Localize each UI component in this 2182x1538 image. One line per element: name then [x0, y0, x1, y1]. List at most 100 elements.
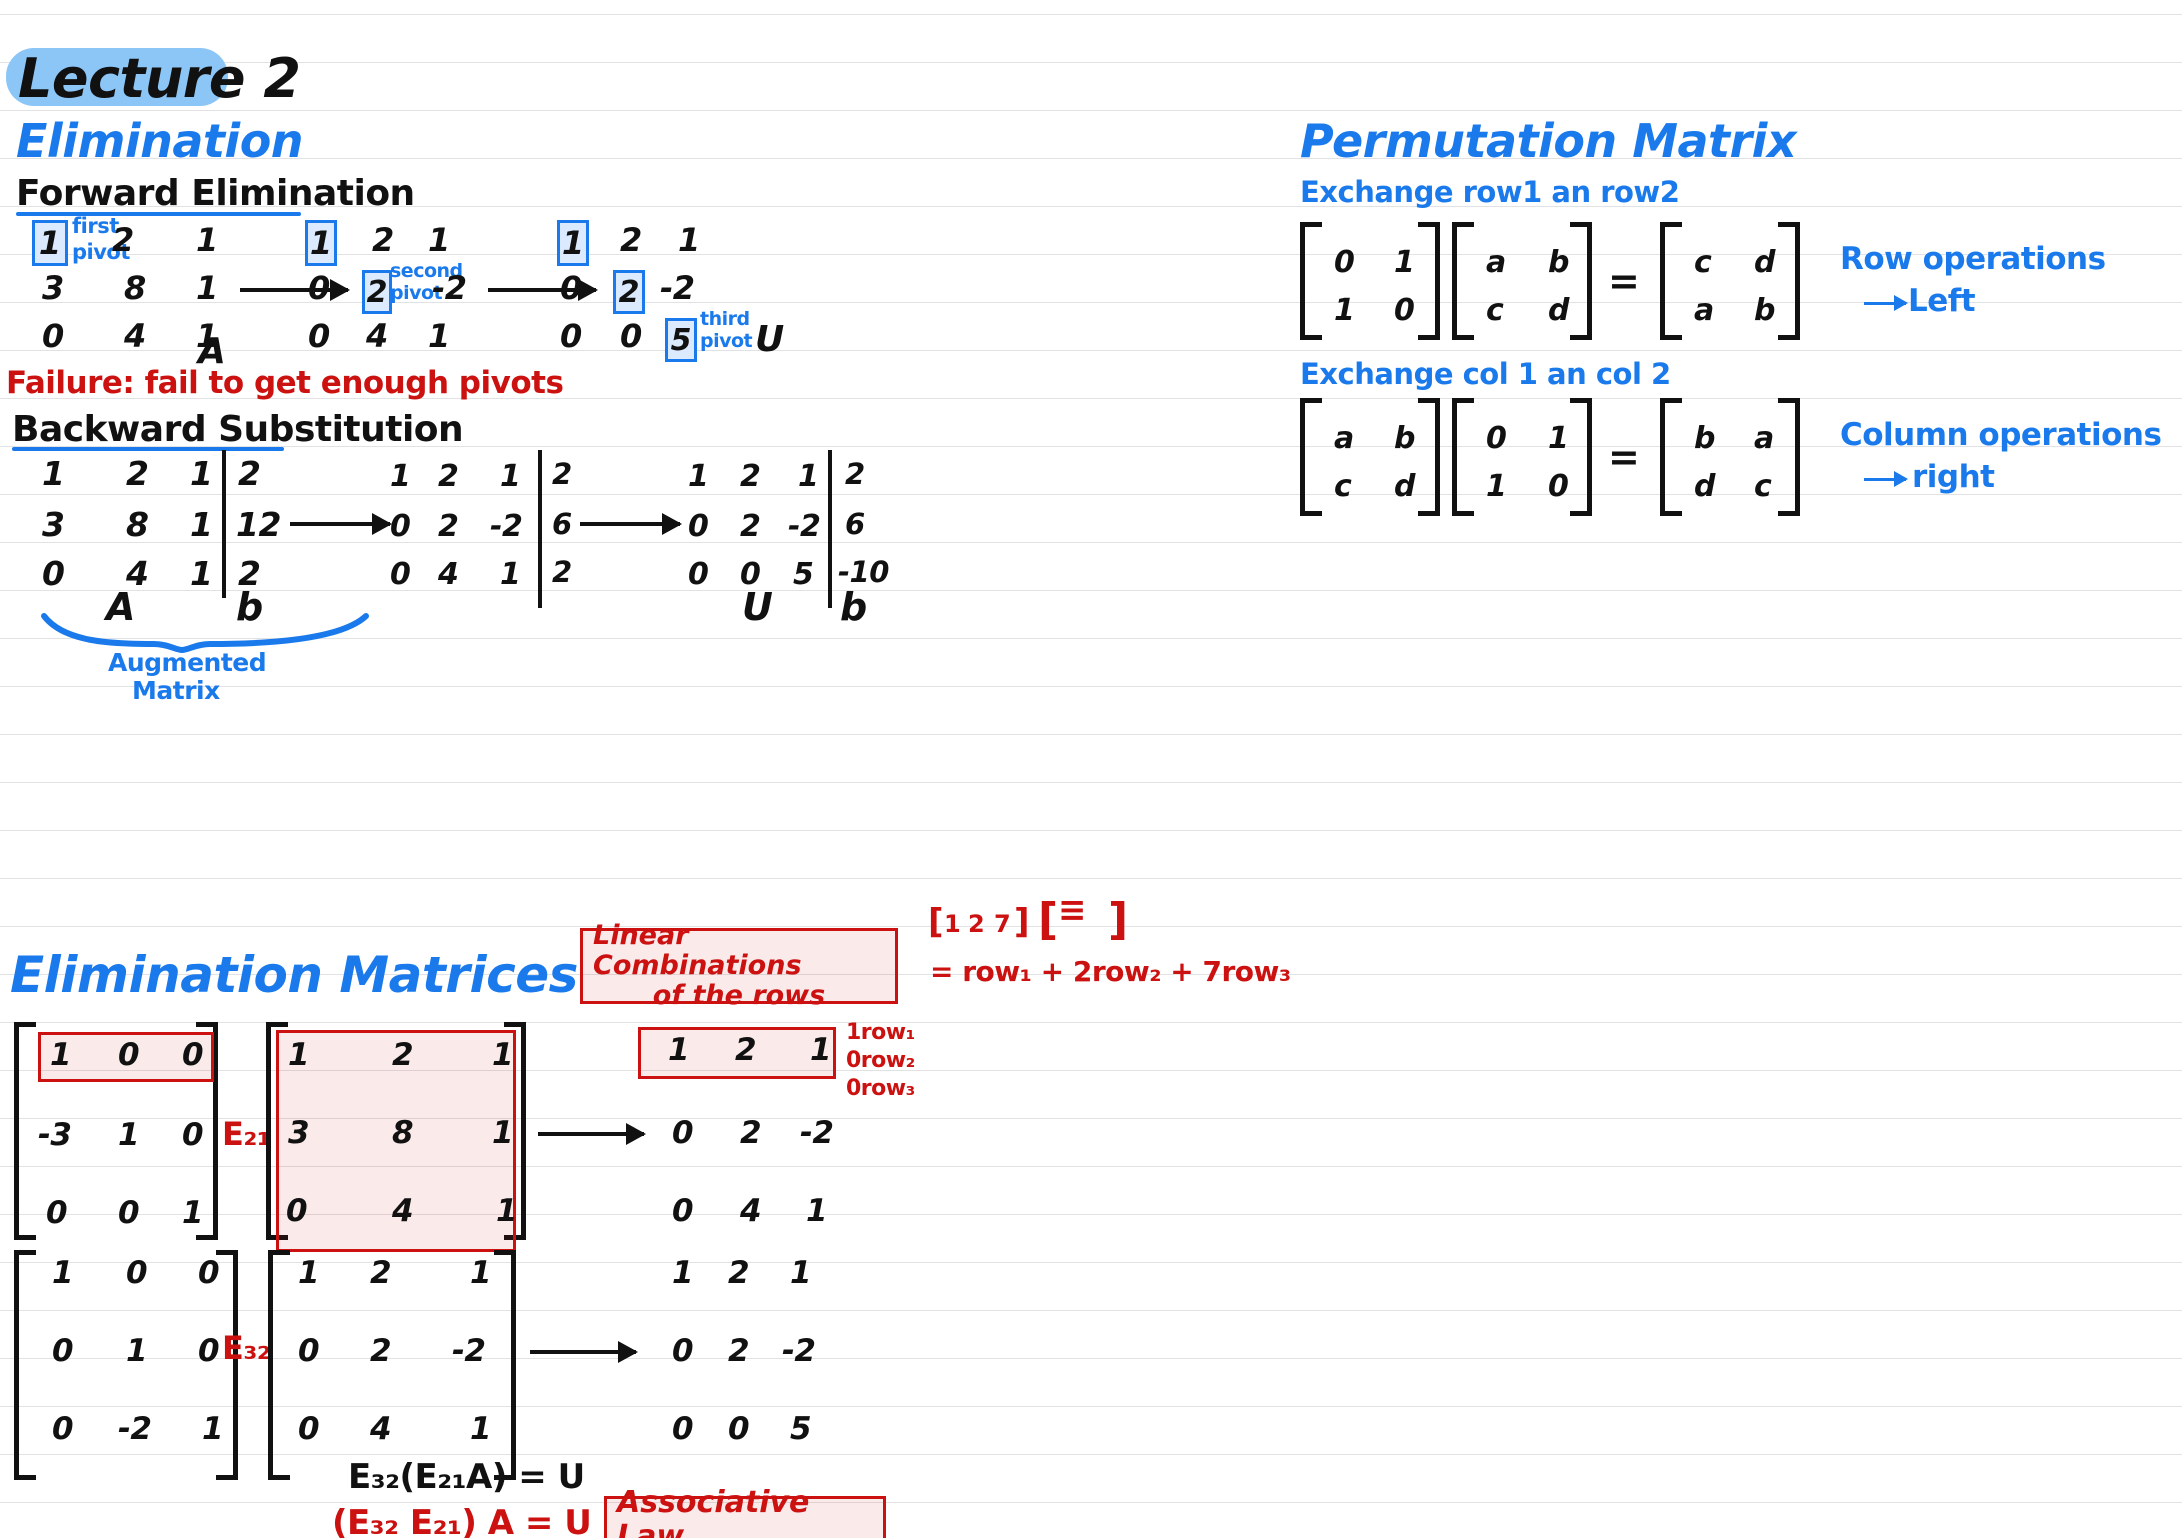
augmented-matrix-label-line1: Augmented: [108, 648, 267, 677]
aug2-r2c2: 1: [500, 557, 521, 592]
permutation-row-caption: Exchange row1 an row2: [1300, 175, 1680, 209]
pivot-first-value: 1: [38, 224, 62, 262]
perm-col-note-line1: Column operations: [1840, 417, 2162, 453]
permRes-r0c1: d: [1754, 245, 1775, 280]
E32R-r2c2: 5: [790, 1411, 812, 1447]
permColR-r1c1: 0: [1548, 469, 1569, 504]
E32R-r0c1: 2: [728, 1255, 750, 1291]
E32A-r1c0: 0: [298, 1333, 320, 1369]
E32-r2c2: 1: [202, 1411, 224, 1447]
aug2-r2c3: 2: [552, 555, 572, 589]
E21-r1c1: 1: [118, 1117, 140, 1153]
row-vector-v2: 1: [810, 1032, 832, 1068]
linear-combinations-line2: of the rows: [652, 980, 826, 1012]
linear-combination-vector-close: ]: [1014, 902, 1030, 942]
E32-r0c2: 0: [198, 1255, 220, 1291]
E32-arrow: [530, 1341, 638, 1363]
identity-black: E₃₂(E₂₁A) = U: [348, 1457, 585, 1497]
row-note-0: 1row₁: [846, 1020, 915, 1045]
perm-row-right-bracket-close: [1570, 222, 1592, 340]
notebook-page: Lecture 2 Elimination Forward Eliminatio…: [0, 0, 2182, 1538]
backward-substitution-underline: [12, 447, 284, 451]
aug1-r1c0: 3: [42, 505, 65, 544]
E32A-r0c1: 2: [370, 1255, 392, 1291]
perm-row-note-line1: Row operations: [1840, 241, 2106, 277]
E32-A-bracket-open: [268, 1250, 290, 1480]
aug1-divider: [222, 450, 226, 598]
aug3-r0c1: 2: [740, 459, 761, 494]
step2-r2c0: 0: [308, 317, 330, 355]
aug3-label-b: b: [840, 585, 867, 629]
linear-combination-matrix-open: [: [1038, 894, 1058, 945]
permColRes-r1c0: d: [1694, 469, 1715, 504]
aug3-r1c0: 0: [688, 509, 709, 544]
section-heading-elimination: Elimination: [16, 114, 304, 168]
permL-r0c0: 0: [1334, 245, 1355, 280]
E21-r0c0: 1: [50, 1037, 72, 1073]
perm-col-left-bracket-open: [1300, 398, 1322, 516]
perm-row-equals: =: [1608, 259, 1640, 303]
permRes-r1c0: a: [1694, 293, 1714, 328]
forward-elimination-underline: [16, 212, 301, 216]
E21A-r2c1: 4: [392, 1193, 414, 1229]
forward-arrow-1: [240, 279, 350, 301]
augmented-matrix-label-line2: Matrix: [132, 676, 220, 705]
E21R-r2c2: 1: [806, 1193, 828, 1229]
E21A-r2c2: 1: [496, 1193, 518, 1229]
aug3-r1c2: -2: [788, 509, 821, 544]
aug3-r2c3: -10: [838, 555, 889, 589]
E21-r2c2: 1: [182, 1195, 204, 1231]
permColRes-r1c1: c: [1754, 469, 1772, 504]
aug3-r2c2: 5: [793, 557, 814, 592]
E21A-r1c2: 1: [492, 1115, 514, 1151]
pivot-third-note-line2: pivot: [700, 330, 753, 352]
E32R-r1c0: 0: [672, 1333, 694, 1369]
matU-r2c1: 0: [620, 317, 642, 355]
E32A-r2c0: 0: [298, 1411, 320, 1447]
pivot-step3-second-box: 2: [613, 270, 645, 314]
matA-r1c2: 1: [196, 269, 218, 307]
permColR-r0c0: 0: [1486, 421, 1507, 456]
aug2-r2c1: 4: [438, 557, 459, 592]
perm-row-result-bracket-close: [1778, 222, 1800, 340]
E21R-r1c1: 2: [740, 1115, 762, 1151]
aug1-r2c2: 1: [190, 554, 213, 593]
E32R-r0c2: 1: [790, 1255, 812, 1291]
linear-combination-vector-open: [: [928, 902, 944, 942]
aug1-r1c1: 8: [126, 505, 149, 544]
permRes-r0c0: c: [1694, 245, 1712, 280]
E32-bracket-open: [14, 1250, 36, 1480]
E32R-r1c2: -2: [782, 1333, 816, 1369]
permColL-r1c1: d: [1394, 469, 1415, 504]
pivot-third-note-line1: third: [700, 308, 750, 330]
E21A-r0c1: 2: [392, 1037, 414, 1073]
permColL-r0c1: b: [1394, 421, 1415, 456]
E32R-r2c1: 0: [728, 1411, 750, 1447]
permR-r1c0: c: [1486, 293, 1504, 328]
E32A-r0c2: 1: [470, 1255, 492, 1291]
backward-arrow-2: [580, 513, 682, 535]
E21R-r2c0: 0: [672, 1193, 694, 1229]
permL-r1c1: 0: [1394, 293, 1415, 328]
matU-r1c2: -2: [660, 269, 695, 307]
perm-row-note-arrow: [1864, 295, 1908, 311]
aug3-r0c0: 1: [688, 459, 709, 494]
linear-combinations-line1: Linear Combinations: [593, 919, 802, 981]
step2-r2c2: 1: [428, 317, 450, 355]
aug1-r1c2: 1: [190, 505, 213, 544]
E32-label: E₃₂: [222, 1329, 271, 1367]
aug3-r0c3: 2: [845, 457, 865, 491]
backward-arrow-1: [290, 513, 392, 535]
permColR-r0c1: 1: [1548, 421, 1569, 456]
aug1-r1c3: 12: [236, 505, 281, 544]
perm-col-note-line2: right: [1912, 459, 1995, 495]
E32-r2c0: 0: [52, 1411, 74, 1447]
linear-combination-vector-v2: 7: [994, 910, 1011, 938]
permColL-r0c0: a: [1334, 421, 1354, 456]
matU-r1c0: 0: [560, 269, 582, 307]
E21R-r1c0: 0: [672, 1115, 694, 1151]
linear-combination-vector-v1: 2: [968, 910, 985, 938]
permColR-r1c0: 1: [1486, 469, 1507, 504]
step2-r1c2: -2: [432, 269, 467, 307]
E21-r2c1: 0: [118, 1195, 140, 1231]
